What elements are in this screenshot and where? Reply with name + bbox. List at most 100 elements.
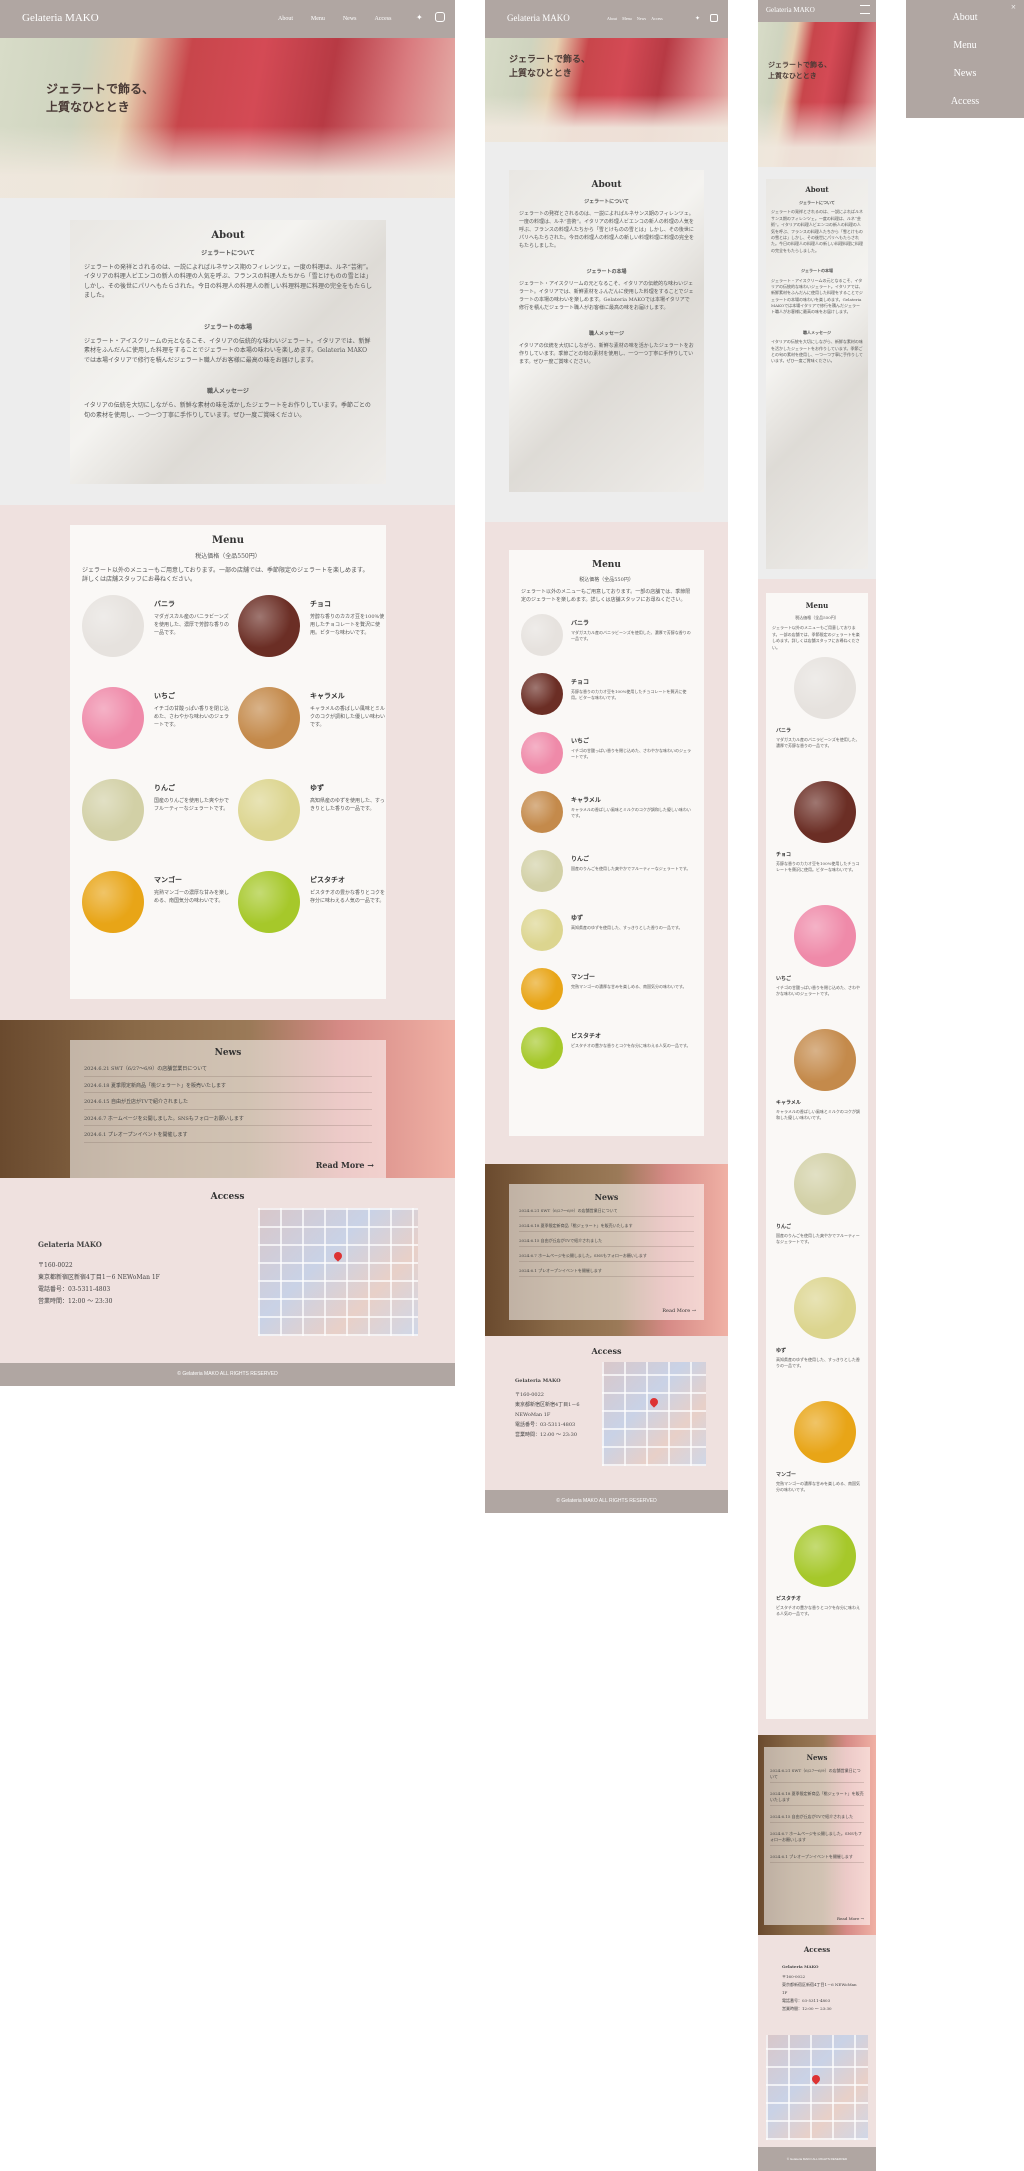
flavor-description: 高知県産のゆずを使用した、すっきりとした香りの一品です。 [571, 925, 683, 930]
tablet-nav-menu[interactable]: Menu [622, 16, 631, 21]
tablet-about-heading-3: 職人メッセージ [589, 331, 624, 337]
tablet-access-map[interactable] [602, 1362, 706, 1466]
news-item[interactable]: 2024.6.1 プレオープンイベントを開催します [770, 1854, 864, 1863]
news-list: 2024.6.21 SWT（6/27〜6/9）の店舗営業日について 2024.6.… [84, 1066, 372, 1143]
flavor-item[interactable]: チョコ 芳醇な香りのカカオ豆を100%使用したチョコレートを贅沢に使用。ビターな味… [238, 594, 388, 675]
flavor-name: ゆず [310, 782, 324, 792]
hamburger-menu-icon[interactable] [860, 5, 870, 14]
flavor-item[interactable]: いちご イチゴの甘酸っぱい香りを閉じ込めた、さわやかな味わいのジェラートです。 [772, 904, 862, 1023]
tablet-brand-logo[interactable]: Gelateria MAKO [507, 13, 570, 23]
flavor-item[interactable]: りんご 国産のりんごを使用した爽やかでフルーティーなジェラートです。 [82, 778, 232, 859]
mobile-read-more-link[interactable]: Read More → [837, 1916, 864, 1921]
news-item[interactable]: 2024.6.7 ホームページを公開しました。SNSもフォローお願いします [84, 1116, 372, 1126]
news-item[interactable]: 2024.6.21 SWT（6/27〜6/9）の店舗営業日について [770, 1768, 864, 1783]
nav-news[interactable]: News [343, 16, 357, 22]
flavor-item[interactable]: キャラメル キャラメルの香ばしい風味とミルクのコクが調和した優しい味わいです。 [521, 791, 692, 843]
tablet-global-nav: About Menu News Access [603, 16, 663, 21]
access-tel: 電話番号：03-5311-4803 [38, 1286, 111, 1293]
flavor-item[interactable]: バニラ マダガスカル産のバニラビーンズを使用した、濃厚で芳醇な香りの一品です。 [521, 614, 692, 666]
mobile-hero-line1: ジェラートで飾る、 [768, 60, 831, 69]
flavor-item[interactable]: マンゴー 完熟マンゴーの濃厚な甘みを楽しめる、南国気分の味わいです。 [82, 870, 232, 951]
flavor-scoop-image [521, 968, 563, 1010]
mobile-access-map[interactable] [766, 2035, 868, 2140]
news-item[interactable]: 2024.6.7 ホームページを公開しました。SNSもフォローお願いします [770, 1831, 864, 1846]
close-icon[interactable]: × [1011, 2, 1016, 12]
flavor-item[interactable]: ゆず 高知県産のゆずを使用した、すっきりとした香りの一品です。 [238, 778, 388, 859]
mobile-about-section: About ジェラートについて ジェラートの発祥とされるのは、一説によればルネサ… [758, 167, 876, 579]
flavor-name: いちご [571, 738, 590, 745]
access-map[interactable] [258, 1208, 418, 1336]
tablet-read-more-link[interactable]: Read More → [662, 1308, 696, 1314]
flavor-item[interactable]: いちご イチゴの甘酸っぱい香りを閉じ込めた、さわやかな味わいのジェラートです。 [82, 686, 232, 767]
flavor-description: キャラメルの香ばしい風味とミルクのコクが調和した優しい味わいです。 [310, 705, 386, 728]
access-name: Gelateria MAKO [38, 1240, 102, 1249]
flavor-item[interactable]: ピスタチオ ピスタチオの豊かな香りとコクを存分に味わえる人気の一品です。 [238, 870, 388, 951]
menu-section: Menu 税込価格（全品550円） ジェラート以外のメニューもご用意しております… [0, 505, 455, 1020]
instagram-icon[interactable] [435, 12, 445, 22]
flavor-item[interactable]: ピスタチオ ピスタチオの豊かな香りとコクを存分に味わえる人気の一品です。 [521, 1027, 692, 1079]
news-item[interactable]: 2024.6.15 自由が丘店がTVで紹介されました [84, 1099, 372, 1110]
mobile-menu-title: Menu [805, 601, 829, 610]
news-item[interactable]: 2024.6.1 プレオープンイベントを開催します [84, 1132, 372, 1143]
flavor-item[interactable]: キャラメル キャラメルの香ばしい風味とミルクのコクが調和した優しい味わいです。 [772, 1028, 862, 1147]
news-item[interactable]: 2024.6.21 SWT（6/27〜6/9）の店舗営業日について [519, 1208, 694, 1217]
tablet-access-title: Access [591, 1346, 622, 1356]
tablet-nav-about[interactable]: About [607, 16, 617, 21]
flavor-item[interactable]: りんご 国産のりんごを使用した爽やかでフルーティーなジェラートです。 [521, 850, 692, 902]
flavor-name: りんご [776, 1223, 792, 1230]
mobile-nav-news[interactable]: News [906, 68, 1024, 79]
flavor-item[interactable]: マンゴー 完熟マンゴーの濃厚な甘みを楽しめる、南国気分の味わいです。 [772, 1400, 862, 1519]
flavor-item[interactable]: バニラ マダガスカル産のバニラビーンズを使用した、濃厚で芳醇な香りの一品です。 [772, 656, 862, 775]
mobile-brand-logo[interactable]: Gelateria MAKO [766, 6, 815, 14]
news-item[interactable]: 2024.6.7 ホームページを公開しました。SNSもフォローお願いします [519, 1253, 694, 1262]
flavor-item[interactable]: ゆず 高知県産のゆずを使用した、すっきりとした香りの一品です。 [521, 909, 692, 961]
news-item[interactable]: 2024.6.15 自由が丘店がTVで紹介されました [770, 1814, 864, 1823]
nav-access[interactable]: Access [374, 16, 391, 22]
news-item[interactable]: 2024.6.18 夏季限定新商品「桃ジェラート」を販売いたします [770, 1791, 864, 1806]
read-more-link[interactable]: Read More → [316, 1160, 374, 1170]
header-bar: Gelateria MAKO About Menu News Access ✦ [0, 0, 455, 38]
flavor-description: イチゴの甘酸っぱい香りを閉じ込めた、さわやかな味わいのジェラートです。 [571, 748, 691, 760]
flavor-item[interactable]: バニラ マダガスカル産のバニラビーンズを使用した、濃厚で芳醇な香りの一品です。 [82, 594, 232, 675]
flavor-item[interactable]: チョコ 芳醇な香りのカカオ豆を100%使用したチョコレートを贅沢に使用。ビターな味… [772, 780, 862, 899]
nav-menu[interactable]: Menu [311, 16, 325, 22]
tablet-instagram-icon[interactable] [710, 14, 718, 22]
flavor-item[interactable]: チョコ 芳醇な香りのカカオ豆を100%使用したチョコレートを贅沢に使用。ビターな味… [521, 673, 692, 725]
tablet-access-postal: 〒160-0022 [515, 1392, 544, 1398]
tablet-about-title: About [591, 180, 622, 190]
about-text-2: ジェラート・アイスクリームの元となるこそ、イタリアの伝統的な味わいジェラート。イ… [84, 337, 371, 364]
tablet-nav-news[interactable]: News [637, 16, 646, 21]
news-item[interactable]: 2024.6.18 夏季限定新商品「桃ジェラート」を販売いたします [519, 1223, 694, 1232]
flavor-scoop-image [794, 1524, 856, 1587]
tablet-about-text-1: ジェラートの発祥とされるのは、一説によればルネサンス期のフィレンツェ。一度の料理… [519, 211, 695, 249]
flavor-item[interactable]: キャラメル キャラメルの香ばしい風味とミルクのコクが調和した優しい味わいです。 [238, 686, 388, 767]
tablet-copyright: © Gelateria MAKO ALL RIGHTS RESERVED [556, 1498, 657, 1504]
flavor-scoop-image [794, 1276, 856, 1339]
news-item[interactable]: 2024.6.18 夏季限定新商品「桃ジェラート」を販売いたします [84, 1083, 372, 1093]
flavor-scoop-image [794, 1400, 856, 1463]
flavor-scoop-image [82, 594, 144, 657]
twitter-icon[interactable]: ✦ [416, 13, 423, 22]
flavor-scoop-image [794, 656, 856, 719]
mobile-access-tel: 電話番号：03-5311-4803 [782, 1998, 831, 2003]
news-item[interactable]: 2024.6.21 SWT（6/27〜6/9）の店舗営業日について [84, 1066, 372, 1077]
flavor-item[interactable]: りんご 国産のりんごを使用した爽やかでフルーティーなジェラートです。 [772, 1152, 862, 1271]
flavor-item[interactable]: ゆず 高知県産のゆずを使用した、すっきりとした香りの一品です。 [772, 1276, 862, 1395]
mobile-nav-access[interactable]: Access [906, 96, 1024, 107]
mobile-nav-about[interactable]: About [906, 12, 1024, 23]
news-item[interactable]: 2024.6.15 自由が丘店がTVで紹介されました [519, 1238, 694, 1247]
flavor-item[interactable]: いちごイチゴの甘酸っぱい香りを閉じ込めた、さわやかな味わいのジェラートです。 [521, 732, 692, 784]
flavor-item[interactable]: ピスタチオ ピスタチオの豊かな香りとコクを存分に味わえる人気の一品です。 [772, 1524, 862, 1643]
flavor-scoop-image [82, 686, 144, 749]
tablet-nav-access[interactable]: Access [651, 16, 662, 21]
flavor-name: マンゴー [776, 1471, 797, 1478]
flavor-description: 国産のりんごを使用した爽やかでフルーティーなジェラートです。 [154, 797, 230, 812]
flavor-item[interactable]: マンゴー 完熟マンゴーの濃厚な甘みを楽しめる、南国気分の味わいです。 [521, 968, 692, 1020]
brand-logo[interactable]: Gelateria MAKO [22, 12, 99, 24]
news-item[interactable]: 2024.6.1 プレオープンイベントを開催します [519, 1268, 694, 1277]
tablet-twitter-icon[interactable]: ✦ [695, 15, 700, 22]
mobile-news-section: News 2024.6.21 SWT（6/27〜6/9）の店舗営業日について 20… [758, 1735, 876, 1935]
nav-about[interactable]: About [278, 16, 293, 22]
mobile-nav-menu[interactable]: Menu [906, 40, 1024, 51]
about-heading-1: ジェラートについて [201, 250, 255, 257]
